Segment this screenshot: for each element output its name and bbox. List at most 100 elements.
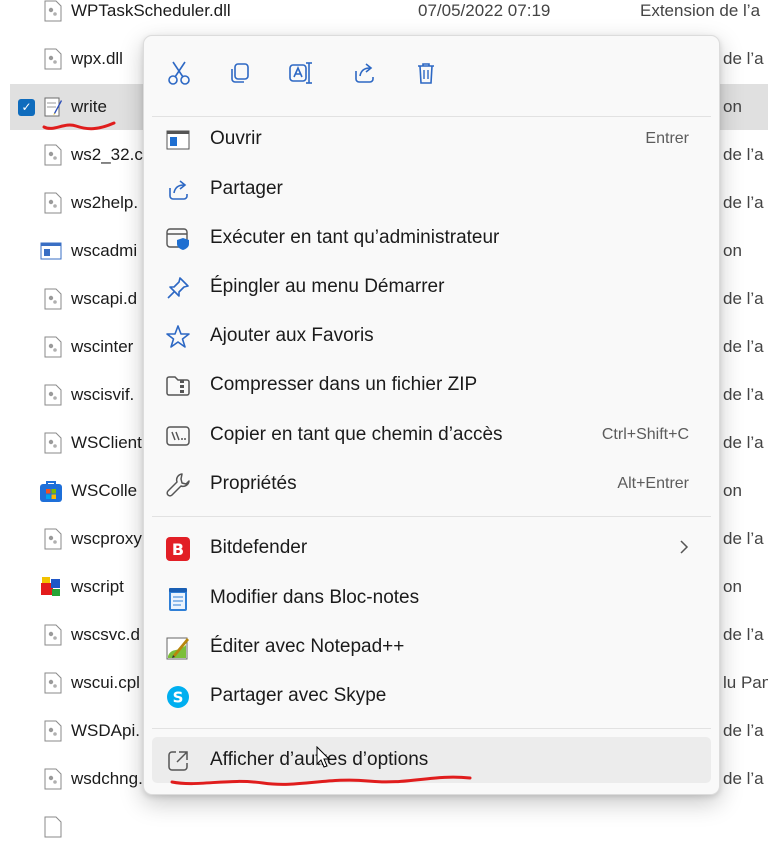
dll-file-icon — [44, 816, 62, 838]
share-icon — [355, 63, 374, 83]
menu-item-compress-zip[interactable]: Compresser dans un fichier ZIP — [152, 362, 711, 408]
wrench-icon — [165, 472, 191, 498]
menu-item-label: Éditer avec Notepad++ — [210, 636, 405, 657]
file-type: de l’a — [723, 289, 764, 308]
file-name: wscinter — [71, 337, 134, 356]
file-type: de l’a — [723, 529, 764, 548]
file-type: de l’a — [723, 337, 764, 356]
file-name: ws2_32.c — [71, 145, 143, 164]
menu-item-edit-notepad[interactable]: Modifier dans Bloc-notes — [152, 575, 711, 621]
app-window-icon — [40, 242, 62, 260]
file-type: Extension de l’a — [640, 1, 761, 20]
menu-separator — [152, 516, 711, 517]
file-name: WPTaskScheduler.dll — [71, 1, 231, 20]
file-date: 07/05/2022 07:19 — [418, 1, 551, 20]
file-type: on — [723, 97, 742, 116]
menu-item-pin-start[interactable]: Épingler au menu Démarrer — [152, 264, 711, 310]
menu-item-label: Modifier dans Bloc-notes — [210, 587, 420, 608]
bitdefender-icon: B — [165, 536, 191, 562]
file-type: de l’a — [723, 721, 764, 740]
file-name: wscui.cpl — [71, 673, 140, 692]
menu-item-share[interactable]: Partager — [152, 166, 711, 212]
file-name: WSColle — [71, 481, 138, 500]
copy-icon — [231, 63, 249, 83]
zip-folder-icon — [165, 373, 191, 399]
file-row[interactable] — [10, 804, 768, 850]
dll-file-icon — [44, 432, 62, 454]
copy-path-icon — [165, 423, 191, 449]
dll-file-icon — [44, 336, 62, 358]
menu-item-properties[interactable]: Propriétés Alt+Entrer — [152, 461, 711, 507]
share-button[interactable] — [347, 56, 381, 90]
file-type: de l’a — [723, 625, 764, 644]
menu-item-label: Partager — [210, 178, 283, 199]
admin-shield-icon — [165, 226, 191, 252]
menu-item-bitdefender[interactable]: B Bitdefender — [152, 525, 711, 571]
menu-item-label: Exécuter en tant qu’administrateur — [210, 227, 500, 248]
copy-button[interactable] — [223, 56, 257, 90]
menu-item-label: Propriétés — [210, 473, 297, 494]
menu-item-open[interactable]: Ouvrir Entrer — [152, 116, 711, 162]
notepad-icon — [165, 586, 191, 612]
file-type: de l’a — [723, 385, 764, 404]
more-options-icon — [165, 748, 191, 774]
file-name: wscisvif. — [71, 385, 135, 404]
context-menu: Ouvrir Entrer Partager Exécuter en tant … — [143, 35, 720, 795]
menu-separator — [152, 728, 711, 729]
rename-button[interactable] — [284, 56, 318, 90]
menu-item-share-skype[interactable]: S Partager avec Skype — [152, 673, 711, 719]
menu-item-notepad-plus-plus[interactable]: Éditer avec Notepad++ — [152, 624, 711, 670]
skype-icon: S — [165, 684, 191, 710]
menu-item-label: Copier en tant que chemin d’accès — [210, 424, 503, 445]
store-app-icon — [40, 481, 62, 502]
dll-file-icon — [44, 192, 62, 214]
svg-text:S: S — [173, 689, 184, 707]
dll-file-icon — [44, 624, 62, 646]
file-name: write — [71, 97, 107, 116]
menu-item-copy-path[interactable]: Copier en tant que chemin d’accès Ctrl+S… — [152, 412, 711, 458]
file-name: wscapi.d — [71, 289, 138, 308]
file-type: on — [723, 481, 742, 500]
open-window-icon — [165, 127, 191, 153]
write-app-icon — [44, 97, 62, 117]
file-row[interactable]: WPTaskScheduler.dll 07/05/2022 07:19 Ext… — [10, 0, 768, 34]
delete-button[interactable] — [409, 56, 443, 90]
file-name: wscript — [71, 577, 124, 596]
star-icon — [165, 324, 191, 350]
menu-item-shortcut: Ctrl+Shift+C — [601, 426, 689, 443]
quick-actions-bar — [144, 36, 719, 108]
file-type: de l’a — [723, 145, 764, 164]
file-name: ws2help. — [71, 193, 139, 212]
pin-icon — [165, 275, 191, 301]
row-checkbox[interactable]: ✓ — [18, 98, 35, 116]
menu-item-run-as-admin[interactable]: Exécuter en tant qu’administrateur — [152, 215, 711, 261]
menu-item-label: Ouvrir — [210, 128, 262, 149]
svg-text:B: B — [172, 540, 184, 559]
dll-file-icon — [44, 48, 62, 70]
rename-icon — [289, 62, 312, 84]
dll-file-icon — [44, 528, 62, 550]
menu-item-label: Ajouter aux Favoris — [210, 325, 374, 346]
menu-item-shortcut: Alt+Entrer — [617, 475, 689, 492]
menu-item-favorites[interactable]: Ajouter aux Favoris — [152, 313, 711, 359]
menu-item-label: Bitdefender — [210, 537, 308, 558]
file-type: de l’a — [723, 193, 764, 212]
dll-file-icon — [44, 720, 62, 742]
file-type: on — [723, 241, 742, 260]
dll-file-icon — [44, 144, 62, 166]
file-name: wscadmi — [71, 241, 138, 260]
file-type: de l’a — [723, 49, 764, 68]
cut-button[interactable] — [162, 56, 196, 90]
file-name: WSClient — [71, 433, 142, 452]
dll-file-icon — [44, 768, 62, 790]
file-type: de l’a — [723, 769, 764, 788]
file-name: WSDApi. — [71, 721, 140, 740]
menu-item-show-more-options[interactable]: Afficher d’autres d’options — [152, 737, 711, 783]
dll-file-icon — [44, 288, 62, 310]
file-name: wscsvc.d — [71, 625, 140, 644]
scissors-icon — [168, 61, 190, 85]
file-type: de l’a — [723, 433, 764, 452]
file-name: wsdchng. — [71, 769, 143, 788]
dll-file-icon — [44, 384, 62, 406]
file-name: wscproxy — [71, 529, 142, 548]
